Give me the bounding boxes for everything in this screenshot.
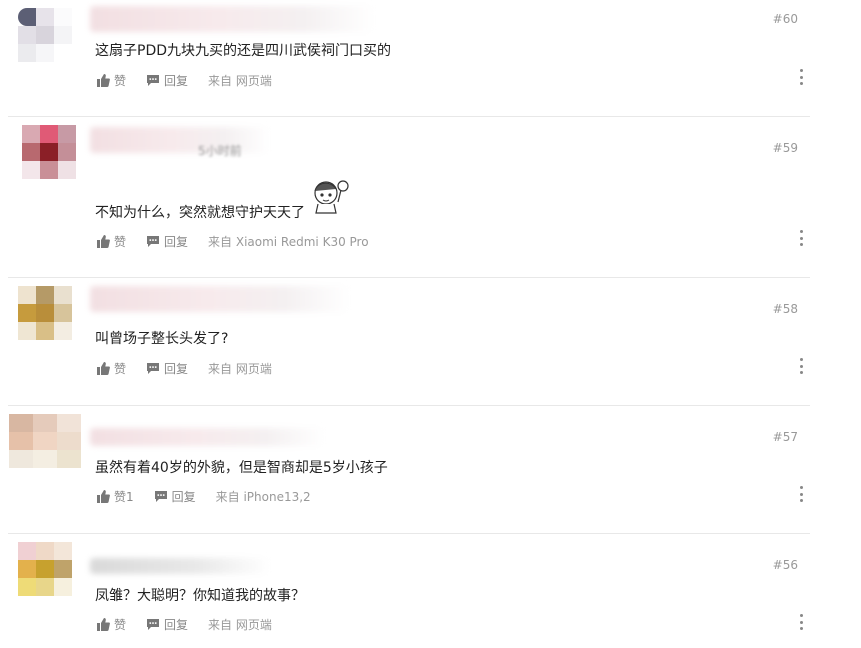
floor-number: #58 [772,302,798,316]
comment-text: 叫曾场子整长头发了? [95,331,229,347]
comment-text: 不知为什么，突然就想守护天天了 [95,205,305,221]
comment-text: 这扇子PDD九块九买的还是四川武侯祠门口买的 [95,43,392,59]
more-options-icon[interactable] [798,614,804,630]
like-button[interactable]: 赞 [96,233,126,250]
like-button[interactable]: 赞 [96,360,126,377]
reply-button[interactable]: 回复 [146,233,188,250]
comment-icon [147,618,160,630]
floor-number: #56 [772,558,798,572]
avatar[interactable] [18,286,72,358]
like-label: 赞 [114,73,127,88]
username-blurred[interactable] [90,127,270,153]
reply-label: 回复 [164,234,189,249]
comment-item: 5小时前 #59 不知为什么，突然就想守护天天了 赞 回复 来自 Xiaomi … [0,117,810,277]
avatar[interactable] [18,542,72,614]
comment-icon [154,490,167,502]
cartoon-sticker-icon [314,180,349,214]
source-text: 来自 网页端 [208,617,272,632]
comment-actions: 赞 回复 来自 网页端 [96,359,272,377]
source-text: 来自 Xiaomi Redmi K30 Pro [208,234,369,249]
username-blurred[interactable] [90,6,375,32]
comment-actions: 赞 回复 来自 网页端 [96,71,272,89]
comment-feed: #60 这扇子PDD九块九买的还是四川武侯祠门口买的 赞 回复 来自 网页端 5… [0,0,861,648]
more-options-icon[interactable] [798,230,804,246]
username-blurred[interactable] [90,428,325,446]
source-text: 来自 iPhone13,2 [215,489,311,504]
comment-actions: 赞 回复 来自 网页端 [96,615,272,633]
reply-label: 回复 [164,73,189,88]
thumbs-up-icon [97,234,110,248]
thumbs-up-icon [97,617,110,631]
comment-text: 虽然有着40岁的外貌，但是智商却是5岁小孩子 [95,460,388,476]
floor-number: #57 [772,430,798,444]
reply-label: 回复 [171,489,196,504]
like-button[interactable]: 赞1 [96,488,134,505]
comment-item: #60 这扇子PDD九块九买的还是四川武侯祠门口买的 赞 回复 来自 网页端 [0,0,810,115]
more-options-icon[interactable] [798,69,804,85]
like-label: 赞1 [114,489,134,504]
avatar[interactable] [9,414,81,486]
comment-item: #56 凤雏？大聪明？你知道我的故事？ 赞 回复 来自 网页端 [0,534,810,648]
like-button[interactable]: 赞 [96,616,126,633]
like-label: 赞 [114,361,127,376]
source-text: 来自 网页端 [208,361,272,376]
reply-label: 回复 [164,617,189,632]
comment-actions: 赞 回复 来自 Xiaomi Redmi K30 Pro [96,232,369,250]
comment-icon [147,74,160,86]
floor-number: #60 [772,12,798,26]
username-blurred[interactable] [90,286,350,312]
more-options-icon[interactable] [798,486,804,502]
avatar[interactable] [18,8,72,80]
more-options-icon[interactable] [798,358,804,374]
like-label: 赞 [114,234,127,249]
reply-button[interactable]: 回复 [146,360,188,377]
comment-item: #57 虽然有着40岁的外貌，但是智商却是5岁小孩子 赞1 回复 来自 iPho… [0,406,810,533]
username-blurred[interactable] [90,558,270,574]
source-text: 来自 网页端 [208,73,272,88]
thumbs-up-icon [97,73,110,87]
comment-actions: 赞1 回复 来自 iPhone13,2 [96,487,311,505]
avatar[interactable] [22,125,76,197]
comment-text: 凤雏？大聪明？你知道我的故事？ [95,588,305,604]
reply-button[interactable]: 回复 [146,72,188,89]
thumbs-up-icon [97,361,110,375]
comment-item: #58 叫曾场子整长头发了? 赞 回复 来自 网页端 [0,278,810,405]
thumbs-up-icon [97,489,110,503]
comment-icon [147,362,160,374]
timestamp: 5小时前 [198,144,242,158]
floor-number: #59 [772,141,798,155]
reply-label: 回复 [164,361,189,376]
reply-button[interactable]: 回复 [154,488,196,505]
like-label: 赞 [114,617,127,632]
like-button[interactable]: 赞 [96,72,126,89]
reply-button[interactable]: 回复 [146,616,188,633]
comment-icon [147,235,160,247]
